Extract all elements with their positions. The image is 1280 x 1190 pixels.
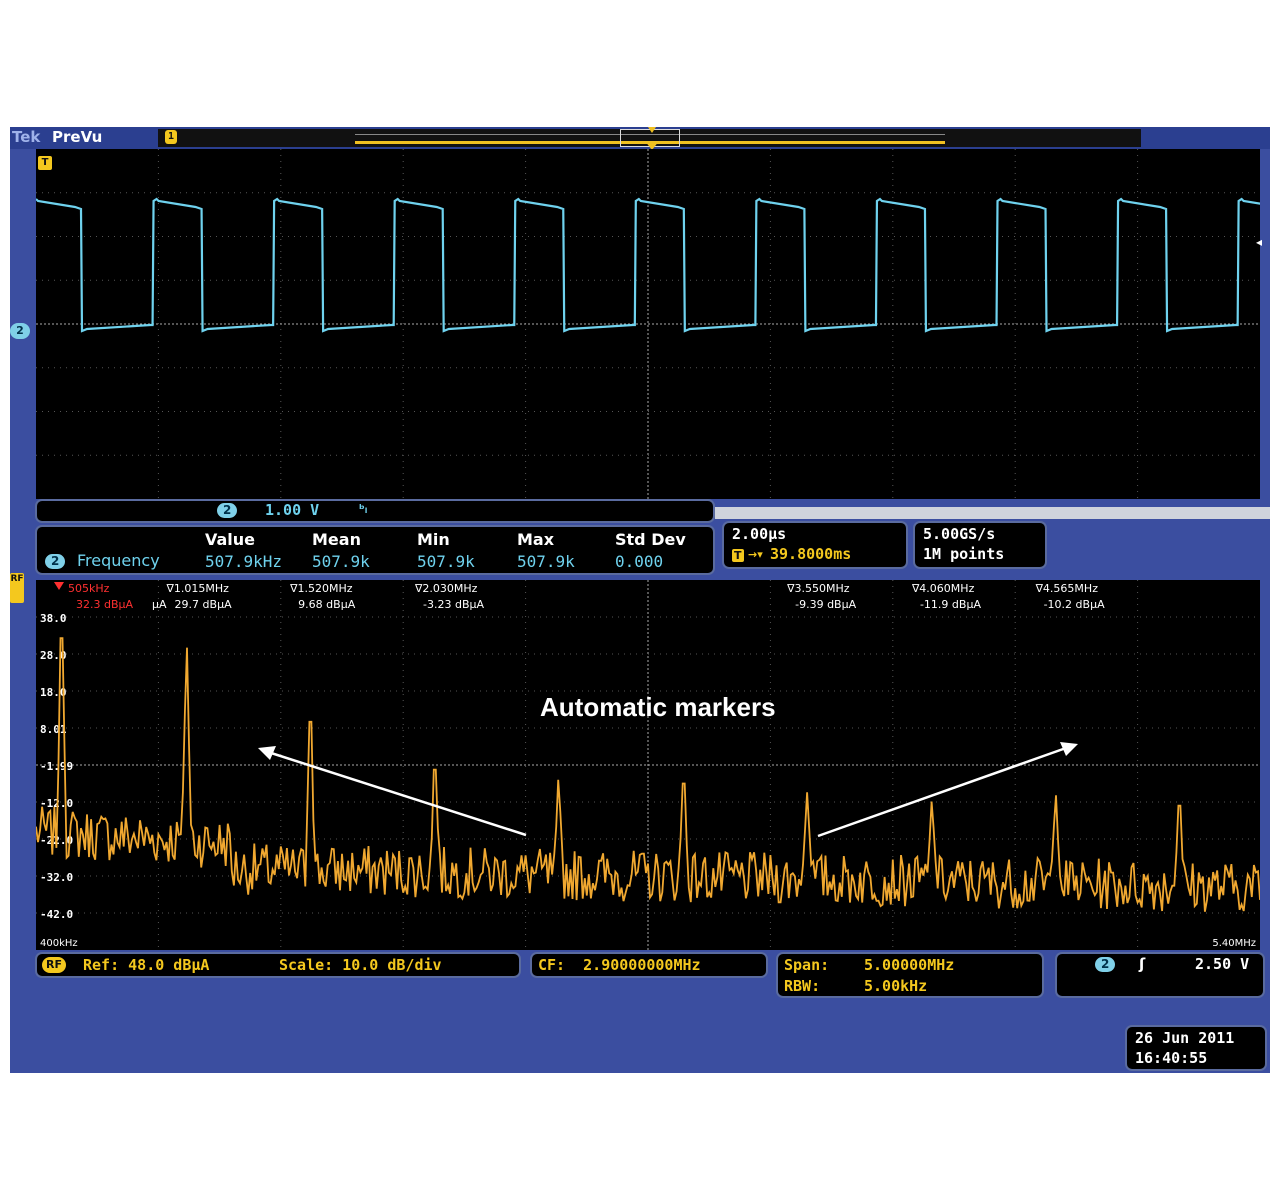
marker-frequency: ∇2.030MHz — [414, 582, 478, 595]
automatic-markers-callout: Automatic markers — [540, 692, 776, 722]
center-frequency: CF: 2.90000000MHz — [538, 956, 701, 974]
meas-header-stddev: Std Dev — [615, 530, 686, 549]
auto-marker: ∇1.520MHz 9.68 dBµA — [289, 582, 356, 611]
rf-ref-level: Ref: 48.0 dBµA — [83, 956, 210, 974]
y-tick-label: -42.0 — [40, 908, 73, 921]
y-tick-label: -1.99 — [40, 760, 73, 773]
marker-frequency: ∇4.565MHz — [1035, 582, 1099, 595]
auto-marker: ∇4.565MHz -10.2 dBµA — [1035, 582, 1105, 611]
spectrum-graticule[interactable]: 38.0 28.0 18.0 8.01 -1.99 -12.0 -22.0 -32.0 -42.… — [36, 580, 1260, 950]
time-position: 39.8000ms — [770, 545, 852, 563]
marker-level: -3.23 dBµA — [423, 598, 484, 611]
readout-divider — [715, 507, 1270, 519]
meas-name: Frequency — [77, 551, 160, 570]
meas-mean: 507.9k — [312, 552, 370, 571]
meas-min: 507.9k — [417, 552, 475, 571]
x-start-label: 400kHz — [40, 938, 78, 949]
channel-scale: 1.00 V — [265, 501, 320, 519]
meas-channel-badge: 2 — [45, 554, 66, 569]
trigger-readout[interactable]: 2 ʃ 2.50 V — [1055, 952, 1265, 998]
span-rbw-readout[interactable]: Span: 5.00000MHz RBW: 5.00kHz — [776, 952, 1044, 998]
title-bar: Tek PreVu 1 — [10, 127, 1270, 150]
measurement-panel[interactable]: Value Mean Min Max Std Dev 2 Frequency 5… — [35, 525, 715, 575]
meas-max: 507.9k — [517, 552, 575, 571]
marker-frequency: ∇3.550MHz — [786, 582, 850, 595]
sample-rate: 5.00GS/s — [923, 525, 996, 543]
marker-level: -9.39 dBµA — [795, 598, 856, 611]
auto-marker: ∇3.550MHz -9.39 dBµA — [786, 582, 856, 611]
meas-value: 507.9kHz — [205, 552, 283, 571]
marker-level: 9.68 dBµA — [298, 598, 356, 611]
marker-frequency: ∇1.520MHz — [289, 582, 353, 595]
rbw-value: 5.00kHz — [864, 977, 928, 995]
acquisition-readout[interactable]: 5.00GS/s 1M points — [913, 521, 1047, 569]
y-tick-label: 8.01 — [40, 723, 67, 736]
span-value: 5.00000MHz — [864, 956, 955, 974]
marker-frequency: ∇4.060MHz — [911, 582, 975, 595]
meas-stddev: 0.000 — [615, 552, 664, 571]
marker-unit: µA — [152, 598, 167, 611]
record-length: 1M points — [923, 545, 1005, 563]
marker-frequency: 505kHz — [68, 582, 110, 595]
date: 26 Jun 2011 — [1135, 1029, 1235, 1047]
auto-marker: ∇2.030MHz -3.23 dBµA — [414, 582, 484, 611]
rising-edge-icon: ʃ — [1139, 955, 1146, 973]
rf-trace-marker[interactable]: RF — [10, 573, 24, 603]
trigger-marker[interactable]: T — [38, 156, 52, 170]
trigger-level-arrow-icon: ◂ — [1256, 235, 1263, 249]
time-scale: 2.00µs — [732, 525, 787, 543]
span-label: Span: — [784, 956, 830, 974]
marker-level: -11.9 dBµA — [920, 598, 981, 611]
spectrum-plot: 38.028.018.08.01-1.99-12.0-22.0-32.0-42.… — [36, 580, 1260, 950]
auto-marker: ∇4.060MHz -11.9 dBµA — [911, 582, 981, 611]
rbw-label: RBW: — [784, 977, 821, 995]
marker-level: 32.3 dBµA — [76, 598, 134, 611]
trigger-position-icon — [648, 127, 656, 133]
trigger-level: 2.50 V — [1195, 955, 1250, 973]
trigger-delay-arrow-icon: →▾ — [748, 548, 763, 561]
meas-header-mean: Mean — [312, 530, 361, 549]
marker-level: 29.7 dBµA — [175, 598, 233, 611]
horizontal-readout[interactable]: 2.00µs T →▾ 39.8000ms — [722, 521, 908, 569]
rf-reference-readout[interactable]: RF Ref: 48.0 dBµA Scale: 10.0 dB/div — [35, 952, 521, 978]
rf-scale: Scale: 10.0 dB/div — [279, 956, 442, 974]
rf-badge: RF — [42, 957, 66, 973]
y-tick-label: -32.0 — [40, 871, 73, 884]
channel-2-marker[interactable]: 2 — [10, 323, 30, 339]
marker-level: -10.2 dBµA — [1044, 598, 1105, 611]
center-frequency-readout[interactable]: CF: 2.90000000MHz — [530, 952, 768, 978]
reference-marker: 505kHz 32.3 dBµA µA — [54, 582, 167, 611]
meas-header-value: Value — [205, 530, 256, 549]
channel-badge: 2 — [217, 503, 238, 518]
trigger-channel-badge: 2 — [1095, 957, 1116, 972]
x-end-label: 5.40MHz — [1212, 938, 1256, 949]
reference-marker-icon — [54, 582, 64, 590]
waveform-plot — [36, 149, 1260, 499]
trigger-position-badge: T — [732, 549, 744, 562]
acquisition-mode: PreVu — [52, 128, 103, 146]
date-time-readout: 26 Jun 2011 16:40:55 — [1125, 1025, 1267, 1071]
channel-readout[interactable]: 2 1.00 V ᵇₗ — [35, 499, 715, 523]
oscilloscope-screen: Tek PreVu 1 T 2 ◂ 2 1.00 V ᵇₗ Value Mean… — [10, 127, 1270, 1073]
brand-logo: Tek — [12, 128, 41, 146]
y-tick-label: 38.0 — [40, 612, 67, 625]
meas-header-max: Max — [517, 530, 555, 549]
callout-arrow-right — [817, 746, 1067, 838]
meas-header-min: Min — [417, 530, 450, 549]
spectrum-trace — [36, 637, 1260, 912]
waveform-graticule[interactable] — [36, 149, 1260, 499]
bandwidth-limit-icon: ᵇₗ — [359, 502, 368, 516]
marker-frequency: ∇1.015MHz — [166, 582, 230, 595]
record-marker: 1 — [165, 130, 177, 144]
time: 16:40:55 — [1135, 1049, 1208, 1067]
auto-marker: ∇1.015MHz 29.7 dBµA — [166, 582, 233, 611]
